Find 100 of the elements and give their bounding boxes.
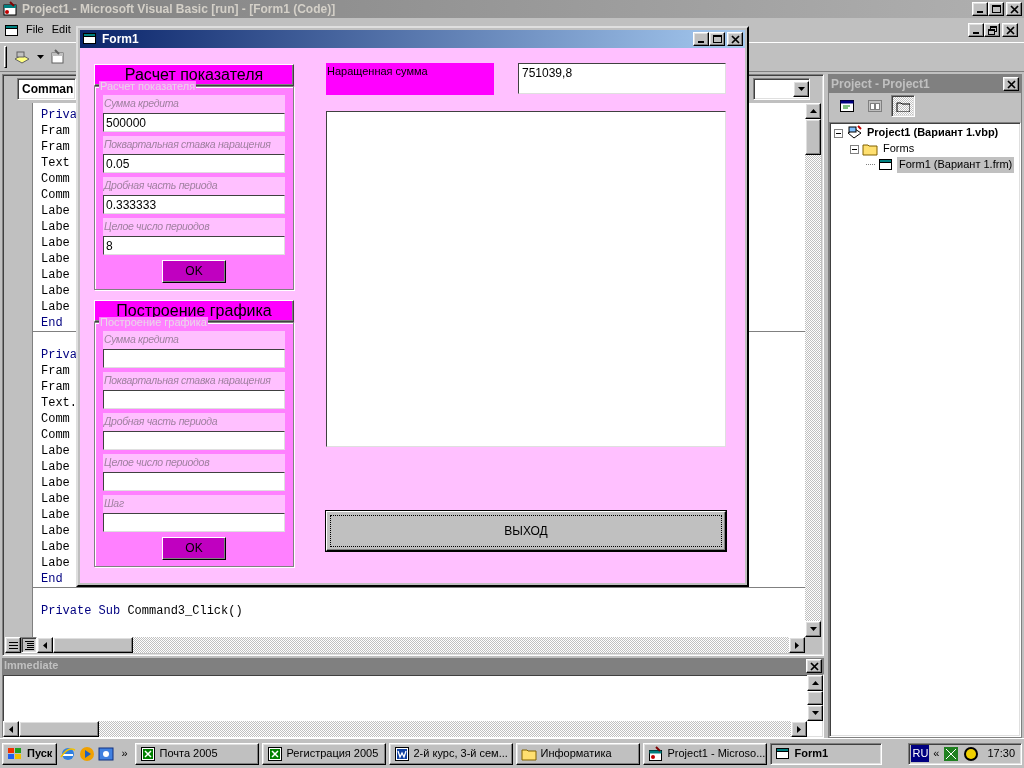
tree-item[interactable]: Form1 (Вариант 1.frm) xyxy=(897,157,1015,173)
close-button[interactable] xyxy=(806,659,822,673)
language-indicator[interactable]: RU xyxy=(911,744,930,763)
caret-icon xyxy=(37,55,44,59)
code-line: Fram xyxy=(41,139,70,155)
code-line: Labe xyxy=(41,491,70,507)
taskbar-button[interactable]: Информатика xyxy=(515,742,640,765)
text-field[interactable]: 0.05 xyxy=(103,154,285,173)
text-field[interactable] xyxy=(103,431,285,450)
menu-item[interactable]: Edit xyxy=(51,23,71,37)
code-line: Labe xyxy=(41,459,70,475)
maximize-button[interactable] xyxy=(988,2,1004,16)
code-line: Text xyxy=(41,155,70,171)
code-line: Comm xyxy=(41,171,70,187)
menu-item[interactable]: File xyxy=(26,23,44,37)
object-view-icon xyxy=(868,100,882,112)
panel-title: Immediate xyxy=(4,659,59,673)
scroll-left-button[interactable] xyxy=(3,721,19,737)
code-line: Priva xyxy=(41,347,77,363)
add-project-icon xyxy=(13,49,31,65)
code-line: Fram xyxy=(41,123,70,139)
scroll-up-button[interactable] xyxy=(807,675,823,691)
scrollbar-thumb[interactable] xyxy=(805,119,821,155)
project-icon xyxy=(846,125,862,141)
close-icon xyxy=(1005,25,1015,35)
more-button[interactable]: » xyxy=(117,746,132,761)
text-field[interactable] xyxy=(103,472,285,491)
ok-button[interactable]: OK xyxy=(162,537,226,560)
scrollbar-thumb[interactable] xyxy=(53,637,133,653)
field-label: Сумма кредита xyxy=(103,95,285,113)
code-line: Labe xyxy=(41,235,70,251)
code-line: Labe xyxy=(41,299,70,315)
scroll-right-button[interactable] xyxy=(789,637,805,653)
collapse-icon[interactable] xyxy=(834,128,843,138)
restore-button[interactable] xyxy=(984,23,1000,37)
result-label: Наращенная сумма xyxy=(326,63,494,95)
minimize-button[interactable] xyxy=(693,32,709,46)
code-line: Fram xyxy=(41,379,70,395)
close-button[interactable] xyxy=(1003,77,1019,91)
arrow-icon xyxy=(797,87,805,91)
start-button[interactable]: Пуск xyxy=(2,742,58,765)
minimize-button[interactable] xyxy=(968,23,984,37)
taskbar-button[interactable]: Почта 2005 xyxy=(134,742,259,765)
minimize-button[interactable] xyxy=(972,2,988,16)
text-field[interactable]: 0.333333 xyxy=(103,195,285,214)
scroll-down-button[interactable] xyxy=(807,705,823,721)
ok-button[interactable]: OK xyxy=(162,260,226,283)
scrollbar-thumb[interactable] xyxy=(807,691,823,705)
scroll-down-button[interactable] xyxy=(805,621,821,637)
field-label: Целое число периодов xyxy=(103,218,285,236)
tree-item[interactable]: Forms xyxy=(881,141,917,157)
procedure-combo[interactable] xyxy=(753,78,810,100)
folder-icon xyxy=(896,100,910,112)
arrow-icon xyxy=(809,109,817,113)
text-field[interactable]: 500000 xyxy=(103,113,285,132)
text-field[interactable] xyxy=(103,513,285,532)
close-button[interactable] xyxy=(727,32,743,46)
taskbar-button[interactable]: Form1 xyxy=(769,742,882,765)
windows-logo-icon xyxy=(7,746,23,761)
expand-button[interactable]: « xyxy=(933,746,940,761)
code-line: End xyxy=(41,571,63,587)
taskbar-button[interactable]: 2-й курс, 3-й сем... xyxy=(388,742,513,765)
full-module-view-button[interactable] xyxy=(21,637,37,653)
scroll-left-button[interactable] xyxy=(37,637,53,653)
code-view-icon xyxy=(840,100,854,112)
immediate-pane[interactable] xyxy=(2,674,824,738)
code-line: End xyxy=(41,315,63,331)
code-line: Labe xyxy=(41,555,70,571)
text-field[interactable] xyxy=(103,349,285,368)
code-line: Labe xyxy=(41,523,70,539)
code-line: Labe xyxy=(41,475,70,491)
toggle-button[interactable] xyxy=(891,95,915,117)
code-line: Comm xyxy=(41,187,70,203)
scroll-right-button[interactable] xyxy=(791,721,807,737)
maximize-icon xyxy=(991,4,1001,14)
collapse-icon[interactable] xyxy=(850,144,859,154)
taskbar-button[interactable]: Project1 - Microso... xyxy=(642,742,767,765)
window-icon xyxy=(878,157,894,173)
maximize-button[interactable] xyxy=(709,32,725,46)
tree-item[interactable]: Project1 (Вариант 1.vbp) xyxy=(865,125,1001,141)
arrow-icon xyxy=(795,641,799,649)
scrollbar-thumb[interactable] xyxy=(19,721,99,737)
text-field[interactable] xyxy=(103,390,285,409)
taskbar-button[interactable]: Регистрация 2005 xyxy=(261,742,386,765)
scroll-up-button[interactable] xyxy=(805,103,821,119)
exit-button[interactable]: ВЫХОД xyxy=(326,511,726,551)
dropdown-button[interactable] xyxy=(793,81,809,97)
procedure-view-button[interactable] xyxy=(5,637,21,653)
close-icon xyxy=(809,661,819,671)
close-button[interactable] xyxy=(1002,23,1018,37)
result-field[interactable]: 751039,8 xyxy=(518,63,726,94)
close-button[interactable] xyxy=(1006,2,1022,16)
field-label: Шаг xyxy=(103,495,285,513)
code-line: Labe xyxy=(41,251,70,267)
arrow-icon xyxy=(797,725,801,733)
minimize-icon xyxy=(698,41,704,43)
field-label: Дробная часть периода xyxy=(103,177,285,195)
clock: 17:30 xyxy=(986,746,1015,761)
lines-icon xyxy=(8,641,18,649)
text-field[interactable]: 8 xyxy=(103,236,285,255)
